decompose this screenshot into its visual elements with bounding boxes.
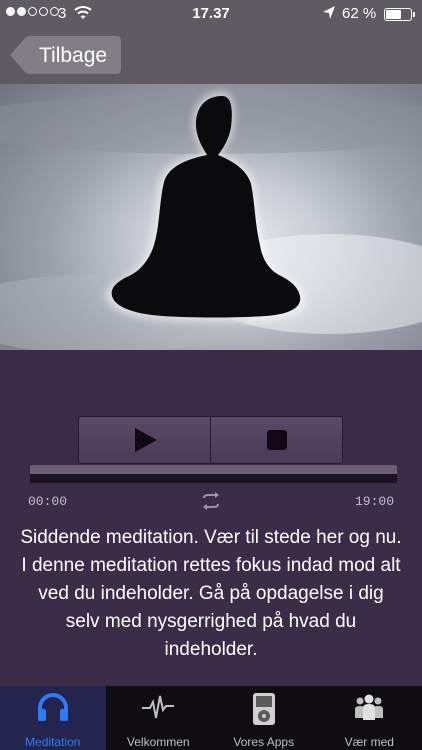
- navigation-bar: Tilbage: [0, 28, 422, 84]
- audio-player: 00:00 19:00 Siddende meditation. Vær til…: [0, 350, 422, 686]
- tab-label: Vær med: [344, 735, 394, 749]
- back-button[interactable]: Tilbage: [10, 36, 121, 74]
- play-icon: [134, 428, 157, 452]
- description-text: Siddende meditation. Vær til stede her o…: [20, 527, 402, 660]
- tab-vores-apps[interactable]: Vores Apps: [211, 686, 317, 750]
- meditation-description: Siddende meditation. Vær til stede her o…: [20, 524, 402, 664]
- status-bar: 3 17.37 62 %: [0, 0, 422, 28]
- progress-slider[interactable]: [30, 465, 397, 483]
- tab-label: Velkommen: [126, 735, 190, 749]
- player-controls: [78, 416, 343, 464]
- people-icon: [355, 694, 384, 720]
- stop-button[interactable]: [211, 417, 343, 463]
- stop-icon: [267, 430, 287, 450]
- tab-velkommen[interactable]: Velkommen: [106, 686, 212, 750]
- tab-bar: Meditation Velkommen Vores Apps Vær med: [0, 686, 422, 750]
- meditation-image: [0, 84, 422, 350]
- back-button-label: Tilbage: [39, 44, 108, 67]
- battery-percent: 62 %: [342, 5, 377, 22]
- headphones-icon: [37, 693, 68, 721]
- battery-icon: [384, 8, 412, 21]
- location-arrow-icon: [322, 5, 336, 25]
- music-player-icon: [252, 693, 275, 725]
- play-button[interactable]: [79, 417, 211, 463]
- tab-vaer-med[interactable]: Vær med: [317, 686, 422, 750]
- tab-label: Vores Apps: [233, 735, 295, 749]
- tab-meditation[interactable]: Meditation: [0, 686, 106, 750]
- pulse-icon: [142, 695, 175, 719]
- tab-label: Meditation: [25, 735, 81, 749]
- repeat-icon[interactable]: [199, 492, 223, 515]
- total-duration: 19:00: [354, 494, 394, 509]
- elapsed-time: 00:00: [28, 494, 68, 509]
